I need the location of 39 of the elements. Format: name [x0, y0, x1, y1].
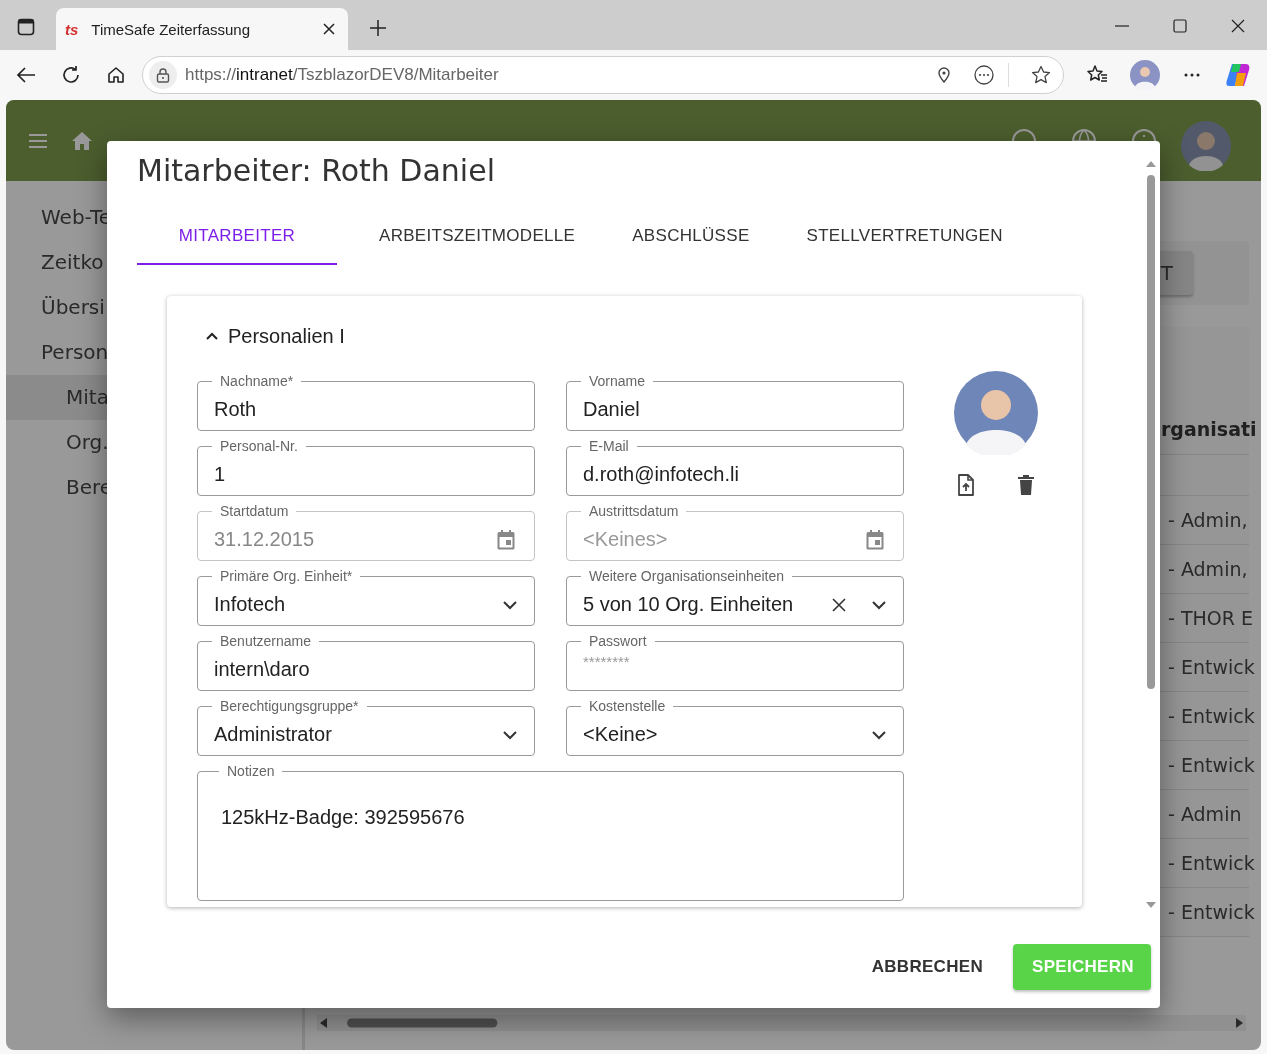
- sidebar-toggle-icon[interactable]: [17, 18, 35, 36]
- favicon-logo: ts: [65, 20, 79, 38]
- tab[interactable]: STELLVERTRETUNGEN: [791, 208, 1018, 265]
- input-field[interactable]: Vorname Daniel: [566, 373, 904, 431]
- input-field[interactable]: Kostenstelle <Keine>: [566, 698, 904, 756]
- refresh-icon[interactable]: [61, 65, 81, 85]
- tab[interactable]: ABSCHLÜSSE: [617, 208, 765, 265]
- url-text: https://intranet/TszblazorDEV8/Mitarbeiter: [185, 65, 499, 85]
- clear-icon[interactable]: [831, 596, 847, 613]
- close-icon[interactable]: [1231, 19, 1245, 33]
- tab[interactable]: MITARBEITER: [137, 208, 337, 265]
- profile-avatar-icon[interactable]: [1130, 60, 1160, 90]
- input-field[interactable]: Personal-Nr. 1: [197, 438, 535, 496]
- input-field[interactable]: Berechtigungsgruppe* Administrator: [197, 698, 535, 756]
- lock-icon[interactable]: [155, 67, 171, 83]
- input-field[interactable]: Passwort ********: [566, 633, 904, 691]
- new-tab-icon[interactable]: [369, 19, 387, 37]
- close-icon[interactable]: [323, 23, 335, 35]
- cancel-button[interactable]: ABBRECHEN: [852, 944, 1002, 990]
- star-icon[interactable]: [1031, 65, 1051, 85]
- dialog-title: Mitarbeiter: Roth Daniel: [137, 153, 496, 189]
- copilot-icon[interactable]: [1224, 61, 1252, 89]
- location-pin-icon[interactable]: [936, 67, 952, 83]
- browser-tab[interactable]: ts TimeSafe Zeiterfassung: [56, 8, 348, 50]
- notes-field[interactable]: Notizen 125kHz-Badge: 392595676: [197, 763, 904, 901]
- input-field[interactable]: Nachname* Roth: [197, 373, 535, 431]
- horizontal-scrollbar[interactable]: [317, 1015, 1246, 1031]
- tab-title: TimeSafe Zeiterfassung: [91, 20, 251, 38]
- tab[interactable]: ARBEITSZEITMODELLE: [364, 208, 591, 265]
- back-icon[interactable]: [16, 65, 36, 85]
- input-field[interactable]: E-Mail d.roth@infotech.li: [566, 438, 904, 496]
- maximize-icon[interactable]: [1173, 19, 1187, 33]
- home-icon[interactable]: [106, 65, 126, 85]
- more-icon[interactable]: [974, 65, 994, 85]
- input-field[interactable]: Benutzername intern\daro: [197, 633, 535, 691]
- section-header[interactable]: Personalien I: [205, 322, 1052, 350]
- input-field[interactable]: Weitere Organisationseinheiten 5 von 10 Org. Einheiten: [566, 568, 904, 626]
- address-field[interactable]: https://intranet/TszblazorDEV8/Mitarbeiter: [142, 56, 1064, 94]
- input-field[interactable]: Primäre Org. Einheit* Infotech: [197, 568, 535, 626]
